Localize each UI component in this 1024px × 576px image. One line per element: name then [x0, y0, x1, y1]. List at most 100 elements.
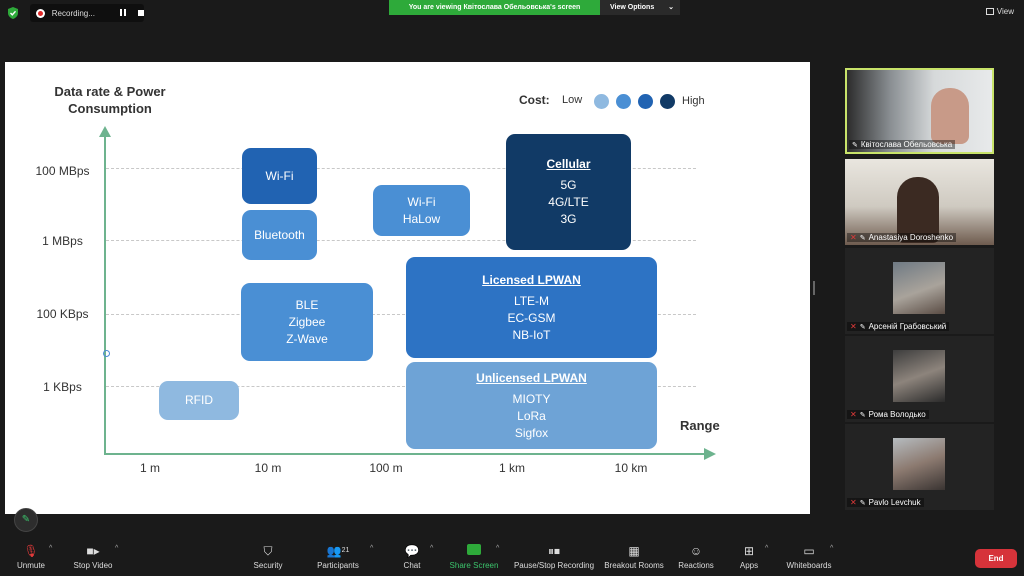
tech-box-line: Bluetooth: [254, 227, 305, 242]
chevron-up-icon[interactable]: ^: [765, 545, 768, 552]
whiteboards-button[interactable]: ▭ Whiteboards: [784, 544, 834, 570]
chevron-up-icon[interactable]: ^: [49, 545, 52, 552]
people-icon: 👥21: [326, 544, 350, 558]
smiley-icon: ☺: [689, 544, 703, 558]
participant-tile[interactable]: ✕ ✎ Арсеній Грабовський: [845, 248, 994, 334]
mouse-cursor-icon: [103, 350, 110, 357]
panel-resize-handle[interactable]: [813, 281, 815, 295]
x-axis-title: Range: [680, 418, 720, 433]
pause-recording-icon[interactable]: [118, 9, 128, 17]
y-tick-label: 100 MBps: [35, 164, 90, 178]
view-button[interactable]: View: [985, 7, 1014, 16]
pause-stop-icon: ⏸⏹: [547, 544, 560, 558]
participant-tile[interactable]: ✕ ✎ Pavlo Levchuk: [845, 424, 994, 510]
participant-tile[interactable]: ✕ ✎ Рома Володько: [845, 336, 994, 422]
tech-box-unlicensed-lpwan: Unlicensed LPWAN MIOTY LoRa Sigfox: [406, 362, 657, 449]
whiteboards-label: Whiteboards: [786, 561, 832, 570]
tech-box-rfid: RFID: [159, 381, 239, 420]
tech-box-line: 4G/LTE: [548, 195, 589, 209]
view-label: View: [996, 7, 1014, 16]
x-axis-arrow-icon: [704, 448, 716, 460]
participants-count: 21: [341, 547, 350, 554]
pin-icon: ✎: [859, 234, 866, 242]
chat-button[interactable]: 💬 Chat: [398, 544, 426, 570]
y-tick-label: 1 KBps: [43, 380, 82, 394]
gallery-view-icon: [985, 8, 994, 15]
chevron-up-icon[interactable]: ^: [496, 545, 499, 552]
tech-box-line: 3G: [560, 212, 577, 226]
end-meeting-button[interactable]: End: [975, 549, 1017, 568]
cost-level-dot: [594, 94, 609, 109]
recording-indicator: Recording...: [30, 4, 144, 22]
microphone-muted-icon: ✕: [850, 233, 857, 242]
cost-level-dot: [660, 94, 675, 109]
shield-icon[interactable]: [6, 6, 20, 20]
tech-box-cellular: Cellular 5G 4G/LTE 3G: [506, 134, 631, 250]
tech-box-line: LoRa: [517, 408, 546, 423]
participants-button[interactable]: 👥21 Participants: [314, 544, 362, 570]
tech-box-ble-zigbee: BLE Zigbee Z-Wave: [241, 283, 373, 361]
y-tick-label: 1 MBps: [42, 234, 83, 248]
share-screen-button[interactable]: Share Screen: [448, 544, 500, 570]
tech-box-title: Licensed LPWAN: [482, 272, 581, 287]
cost-legend-high: High: [682, 95, 705, 107]
participant-tile[interactable]: ✎ Квітослава Обельовська: [845, 68, 994, 154]
chat-label: Chat: [403, 561, 421, 570]
tech-box-line: Sigfox: [514, 425, 549, 440]
apps-label: Apps: [739, 561, 759, 570]
reactions-button[interactable]: ☺ Reactions: [676, 544, 716, 570]
tech-box-line: MIOTY: [512, 391, 551, 406]
reactions-label: Reactions: [678, 561, 714, 570]
chevron-down-icon: ⌄: [668, 4, 674, 11]
tech-box-line: Zigbee: [288, 314, 326, 329]
unmute-button[interactable]: 🎙 Unmute: [14, 544, 48, 570]
tech-box-wifi-halow: Wi-Fi HaLow: [373, 185, 470, 236]
tech-box-line: NB-IoT: [512, 327, 551, 342]
share-screen-label: Share Screen: [449, 561, 499, 570]
participant-name: ✕ ✎ Pavlo Levchuk: [847, 498, 924, 507]
pencil-icon[interactable]: ✎: [14, 508, 38, 532]
y-tick-label: 100 KBps: [36, 307, 89, 321]
participant-name: ✕ ✎ Рома Володько: [847, 410, 929, 419]
pause-stop-recording-button[interactable]: ⏸⏹ Pause/Stop Recording: [511, 544, 597, 570]
participant-face: [931, 88, 969, 144]
participants-label: Participants: [317, 561, 359, 570]
recording-label: Recording...: [51, 8, 95, 18]
chevron-up-icon[interactable]: ^: [115, 545, 118, 552]
chevron-up-icon[interactable]: ^: [830, 545, 833, 552]
y-axis-line: [104, 134, 106, 454]
microphone-muted-icon: 🎙: [23, 544, 39, 558]
chevron-up-icon[interactable]: ^: [430, 545, 433, 552]
tech-box-line: Z-Wave: [286, 331, 328, 346]
tech-box-line: 5G: [560, 178, 577, 192]
grid-icon: ▦: [628, 544, 640, 558]
cost-level-dot: [616, 94, 631, 109]
shield-icon: ⛉: [263, 544, 273, 558]
tech-box-licensed-lpwan: Licensed LPWAN LTE-M EC-GSM NB-IoT: [406, 257, 657, 358]
tech-box-line: EC-GSM: [507, 310, 556, 325]
cost-level-dot: [638, 94, 653, 109]
breakout-rooms-label: Breakout Rooms: [604, 561, 664, 570]
y-axis-arrow-icon: [99, 126, 111, 137]
chevron-up-icon[interactable]: ^: [370, 545, 373, 552]
tech-box-line: RFID: [185, 393, 213, 407]
top-bar: Recording... You are viewing Квітослава …: [0, 0, 1024, 24]
x-tick-label: 1 m: [139, 461, 160, 475]
security-label: Security: [253, 561, 283, 570]
apps-button[interactable]: ⊞ Apps: [736, 544, 762, 570]
video-camera-icon: ■▸: [86, 544, 100, 558]
participant-avatar: [893, 262, 945, 314]
view-options-button[interactable]: View Options ⌄: [600, 0, 680, 15]
tech-box-line: Wi-Fi: [407, 194, 436, 209]
x-tick-label: 10 km: [614, 461, 648, 475]
cost-legend-low: Low: [562, 94, 583, 106]
breakout-rooms-button[interactable]: ▦ Breakout Rooms: [602, 544, 666, 570]
stop-recording-icon[interactable]: [138, 10, 144, 16]
security-button[interactable]: ⛉ Security: [250, 544, 286, 570]
cost-legend-title: Cost:: [519, 93, 550, 107]
stop-video-button[interactable]: ■▸ Stop Video: [70, 544, 116, 570]
participant-tile[interactable]: ✕ ✎ Anastasiya Doroshenko: [845, 159, 994, 245]
pin-icon: ✎: [859, 499, 866, 507]
pin-icon: ✎: [859, 411, 866, 419]
chat-bubble-icon: 💬: [404, 544, 420, 558]
